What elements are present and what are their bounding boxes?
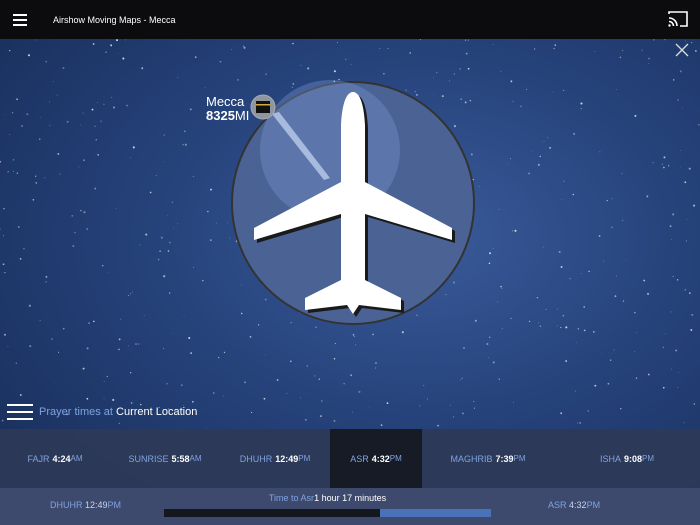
prayer-time-isha[interactable]: ISHA 9:08 PM bbox=[554, 429, 700, 488]
previous-prayer: DHUHR 12:49PM bbox=[50, 500, 122, 510]
close-icon[interactable] bbox=[674, 42, 690, 58]
prayer-name: MAGHRIB bbox=[450, 453, 493, 464]
prayer-time: 4:24 bbox=[52, 453, 71, 464]
mecca-label: Mecca 8325MI bbox=[206, 95, 249, 123]
top-bar: Airshow Moving Maps - Mecca bbox=[0, 0, 700, 39]
list-icon[interactable] bbox=[7, 404, 33, 420]
destination-name: Mecca bbox=[206, 94, 245, 109]
kaaba-icon[interactable] bbox=[250, 94, 276, 120]
distance-unit: MI bbox=[234, 108, 250, 123]
prayer-time-maghrib[interactable]: MAGHRIB 7:39 PM bbox=[422, 429, 554, 488]
prayer-ampm: PM bbox=[513, 454, 526, 463]
time-to-next: Time to Asr1 hour 17 minutes bbox=[268, 493, 387, 503]
next-prayer: ASR 4:32PM bbox=[548, 500, 601, 510]
prayer-ampm: PM bbox=[389, 454, 402, 463]
prayer-name: SUNRISE bbox=[128, 453, 169, 464]
countdown-progress bbox=[164, 509, 491, 517]
prayer-time: 7:39 bbox=[495, 453, 514, 464]
prayer-ampm: PM bbox=[642, 454, 655, 463]
prayer-times-prefix: Prayer times at bbox=[39, 406, 113, 418]
prayer-name: FAJR bbox=[27, 453, 50, 464]
prayer-time-asr[interactable]: ASR 4:32 PM bbox=[330, 429, 422, 488]
prayer-time-dhuhr[interactable]: DHUHR 12:49 PM bbox=[220, 429, 330, 488]
prayer-ampm: PM bbox=[298, 454, 311, 463]
page-title: Airshow Moving Maps - Mecca bbox=[53, 14, 176, 25]
prayer-time: 5:58 bbox=[171, 453, 190, 464]
prayer-time-sunrise[interactable]: SUNRISE 5:58 AM bbox=[110, 429, 220, 488]
prayer-name: ISHA bbox=[599, 453, 621, 464]
distance-value: 8325 bbox=[206, 108, 235, 123]
prayer-location[interactable]: Current Location bbox=[116, 406, 197, 418]
prayer-ampm: AM bbox=[189, 454, 202, 463]
cast-icon[interactable] bbox=[666, 8, 690, 30]
countdown-bar: DHUHR 12:49PM Time to Asr1 hour 17 minut… bbox=[0, 488, 700, 525]
countdown-progress-fill bbox=[164, 509, 380, 517]
prayer-times-row: FAJR 4:24 AM SUNRISE 5:58 AM DHUHR 12:49 PM ASR 4:… bbox=[0, 429, 700, 488]
prayer-time: 4:32 bbox=[371, 453, 390, 464]
prayer-name: DHUHR bbox=[239, 453, 273, 464]
prayer-times-header[interactable]: Prayer times at Current Location bbox=[7, 404, 197, 420]
hamburger-icon[interactable] bbox=[0, 0, 40, 39]
prayer-name: ASR bbox=[350, 453, 369, 464]
prayer-time: 12:49 bbox=[275, 453, 299, 464]
prayer-time-fajr[interactable]: FAJR 4:24 AM bbox=[0, 429, 110, 488]
prayer-time: 9:08 bbox=[624, 453, 643, 464]
prayer-ampm: AM bbox=[70, 454, 83, 463]
